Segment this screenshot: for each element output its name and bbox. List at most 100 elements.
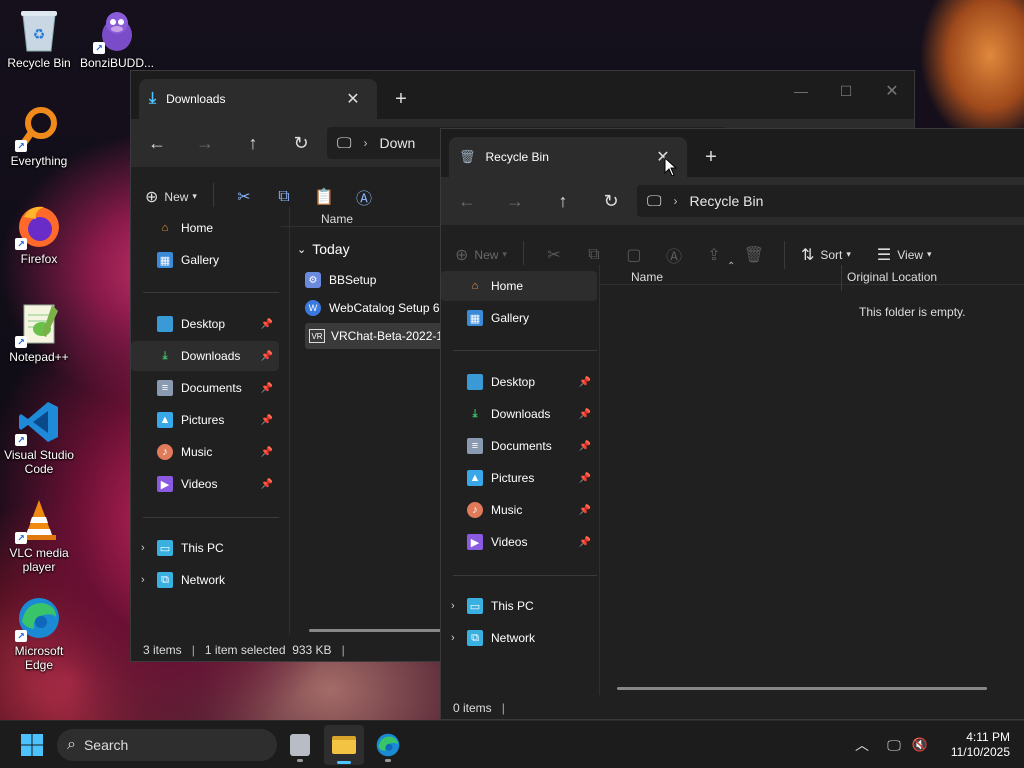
sidebar-item-documents[interactable]: ≡ Documents 📌: [131, 373, 279, 403]
horizontal-scrollbar[interactable]: [309, 629, 449, 632]
taskbar-app-file-explorer[interactable]: [324, 725, 364, 765]
navigation-pane: ⌂ Home ▦ Gallery Desktop 📌 ⤓ Downloads 📌 ≡ Doc…: [441, 265, 599, 689]
clock[interactable]: 4:11 PM 11/10/2025: [936, 727, 1016, 763]
pin-icon[interactable]: 📌: [579, 473, 591, 484]
sidebar-item-gallery[interactable]: ▦ Gallery: [131, 245, 279, 275]
taskbar-app-clipboard[interactable]: [284, 729, 316, 762]
chevron-right-icon[interactable]: ›: [141, 542, 145, 554]
pictures-folder-icon: ▲: [467, 470, 483, 486]
search-placeholder: Search: [83, 737, 129, 753]
sidebar-item-pictures[interactable]: ▲ Pictures 📌: [441, 463, 597, 493]
volume-muted-icon[interactable]: 🔇: [908, 733, 932, 757]
column-divider: [841, 265, 842, 291]
desktop-icon-vlc[interactable]: ↗ VLC media player: [0, 496, 78, 574]
sidebar-item-videos[interactable]: ▶ Videos 📌: [131, 469, 279, 499]
sidebar-item-this-pc[interactable]: › ▭ This PC: [441, 591, 597, 621]
sidebar-item-label: This PC: [181, 541, 224, 555]
tab-downloads[interactable]: ⤓ Downloads ✕: [139, 79, 377, 119]
taskbar-app-edge[interactable]: [372, 729, 404, 762]
new-tab-button[interactable]: +: [387, 85, 415, 113]
sidebar-item-downloads[interactable]: ⤓ Downloads 📌: [441, 399, 597, 429]
sidebar-item-pictures[interactable]: ▲ Pictures 📌: [131, 405, 279, 435]
desktop-icon-notepadpp[interactable]: ↗ Notepad++: [0, 300, 78, 364]
desktop-icon-label: Notepad++: [9, 350, 69, 364]
edge-icon: ↗: [15, 594, 63, 642]
sidebar-item-music[interactable]: ♪ Music 📌: [441, 495, 597, 525]
documents-folder-icon: ≡: [467, 438, 483, 454]
refresh-button[interactable]: ↻: [587, 181, 635, 221]
desktop-icon-recycle-bin[interactable]: ♻ Recycle Bin: [0, 6, 78, 70]
close-tab-icon[interactable]: ✕: [339, 85, 367, 113]
network-status-icon[interactable]: 🖵: [882, 733, 906, 757]
forward-button[interactable]: →: [181, 123, 229, 163]
desktop-icon-bonzi-buddy[interactable]: ↗ BonziBUDD...: [78, 6, 156, 70]
sidebar-item-label: Videos: [181, 477, 218, 491]
pin-icon[interactable]: 📌: [579, 537, 591, 548]
status-bar: 0 items |: [441, 694, 1024, 719]
chevron-right-icon[interactable]: ›: [451, 600, 455, 612]
desktop-icon-edge[interactable]: ↗ Microsoft Edge: [0, 594, 78, 672]
pin-icon[interactable]: 📌: [579, 505, 591, 516]
pin-icon[interactable]: 📌: [261, 319, 273, 330]
horizontal-scrollbar[interactable]: [617, 687, 987, 690]
column-header-name[interactable]: Name: [321, 212, 353, 226]
desktop-icon-vscode[interactable]: ↗ Visual Studio Code: [0, 398, 78, 476]
sidebar-item-music[interactable]: ♪ Music 📌: [131, 437, 279, 467]
column-header-original-location[interactable]: Original Location: [847, 270, 937, 284]
shortcut-arrow-icon: ↗: [15, 336, 27, 348]
chevron-right-icon[interactable]: ›: [451, 632, 455, 644]
sidebar-item-desktop[interactable]: Desktop 📌: [441, 367, 597, 397]
file-row-selected[interactable]: VR VRChat-Beta-2022-1.2: [305, 323, 455, 349]
sidebar-item-label: Desktop: [181, 317, 226, 331]
trash-icon: 🗑: [743, 246, 765, 264]
desktop-icon-firefox[interactable]: ↗ Firefox: [0, 202, 78, 266]
downloads-folder-icon: ⤓: [162, 349, 168, 362]
sidebar-item-gallery[interactable]: ▦ Gallery: [441, 303, 597, 333]
file-row[interactable]: W WebCatalog Setup 69: [305, 295, 455, 321]
tab-recycle-bin[interactable]: 🗑 Recycle Bin ✕: [449, 137, 687, 177]
sidebar-item-this-pc[interactable]: › ▭ This PC: [131, 533, 279, 563]
pin-icon[interactable]: 📌: [579, 409, 591, 420]
sidebar-item-documents[interactable]: ≡ Documents 📌: [441, 431, 597, 461]
refresh-button[interactable]: ↻: [277, 123, 325, 163]
chevron-down-icon: ▾: [927, 249, 932, 259]
show-hidden-icons-button[interactable]: ︿: [850, 733, 874, 757]
pin-icon[interactable]: 📌: [261, 383, 273, 394]
back-button[interactable]: ←: [133, 123, 181, 163]
pin-icon[interactable]: 📌: [261, 351, 273, 362]
sidebar-item-downloads[interactable]: ⤓ Downloads 📌: [131, 341, 279, 371]
minimize-button[interactable]: —: [783, 77, 819, 105]
sidebar-item-videos[interactable]: ▶ Videos 📌: [441, 527, 597, 557]
sidebar-item-home[interactable]: ⌂ Home: [131, 213, 279, 243]
close-window-button[interactable]: ✕: [874, 77, 910, 105]
pin-icon[interactable]: 📌: [261, 479, 273, 490]
address-bar[interactable]: 🖵 › Recycle Bin: [637, 185, 1024, 217]
group-header-today[interactable]: ⌄ Today: [297, 241, 350, 257]
maximize-button[interactable]: ☐: [828, 77, 864, 105]
new-tab-button[interactable]: +: [697, 143, 725, 171]
up-button[interactable]: ↑: [229, 123, 277, 163]
pin-icon[interactable]: 📌: [261, 447, 273, 458]
sidebar-item-home[interactable]: ⌂ Home: [441, 271, 597, 301]
documents-folder-icon: ≡: [157, 380, 173, 396]
pin-icon[interactable]: 📌: [579, 441, 591, 452]
pin-icon[interactable]: 📌: [579, 377, 591, 388]
sidebar-item-desktop[interactable]: Desktop 📌: [131, 309, 279, 339]
up-button[interactable]: ↑: [539, 181, 587, 221]
back-button[interactable]: ←: [443, 181, 491, 221]
desktop-icon-label: Visual Studio Code: [4, 448, 74, 476]
sidebar-item-network[interactable]: › ⧉ Network: [441, 623, 597, 653]
column-header-name[interactable]: Name: [631, 270, 663, 284]
forward-button[interactable]: →: [491, 181, 539, 221]
file-row[interactable]: ⚙ BBSetup: [305, 267, 455, 293]
chevron-right-icon: ›: [673, 194, 678, 208]
mouse-cursor: [664, 156, 678, 180]
pin-icon[interactable]: 📌: [261, 415, 273, 426]
start-button[interactable]: [14, 731, 50, 759]
taskbar-search-box[interactable]: ⌕ Search: [57, 729, 277, 761]
network-icon: ⧉: [157, 572, 173, 588]
chevron-right-icon[interactable]: ›: [141, 574, 145, 586]
sidebar-item-network[interactable]: › ⧉ Network: [131, 565, 279, 595]
clipboard-icon: ▢: [626, 246, 642, 264]
desktop-icon-everything[interactable]: ↗ Everything: [0, 104, 78, 168]
